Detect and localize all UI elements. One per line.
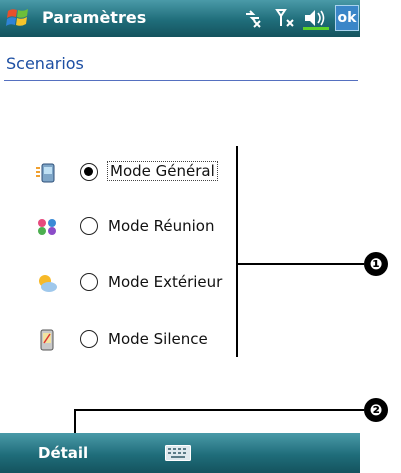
meeting-mode-icon <box>38 219 56 235</box>
callout-badge-2: ❷ <box>364 398 388 422</box>
menu-bar: Détail <box>0 433 360 473</box>
signal-off-icon[interactable] <box>274 6 298 30</box>
page-title: Scenarios <box>6 54 84 73</box>
scenario-label: Mode Général <box>107 161 218 181</box>
callout-line-1 <box>236 263 364 265</box>
connectivity-icon[interactable] <box>242 6 264 30</box>
volume-icon[interactable] <box>302 6 330 30</box>
radio-outdoor[interactable] <box>80 273 98 291</box>
window-title: Paramètres <box>42 8 147 27</box>
scenario-label: Mode Extérieur <box>108 273 223 291</box>
title-bar: Paramètres ok <box>0 0 360 37</box>
radio-meeting[interactable] <box>80 217 98 235</box>
callout-badge-1: ❶ <box>364 252 388 276</box>
general-mode-icon <box>36 163 55 183</box>
keyboard-icon[interactable] <box>165 445 191 461</box>
scenario-label: Mode Réunion <box>108 217 215 235</box>
radio-general[interactable] <box>80 163 98 181</box>
silent-mode-icon <box>40 329 54 351</box>
start-menu-icon[interactable] <box>5 5 31 31</box>
callout-bracket <box>236 146 238 357</box>
radio-silent[interactable] <box>80 330 98 348</box>
ok-button[interactable]: ok <box>335 5 359 31</box>
outdoor-mode-icon <box>39 275 57 292</box>
scenario-label: Mode Silence <box>108 330 208 348</box>
callout-line-2 <box>74 409 364 411</box>
header-divider <box>4 80 358 81</box>
detail-softkey[interactable]: Détail <box>38 444 88 462</box>
